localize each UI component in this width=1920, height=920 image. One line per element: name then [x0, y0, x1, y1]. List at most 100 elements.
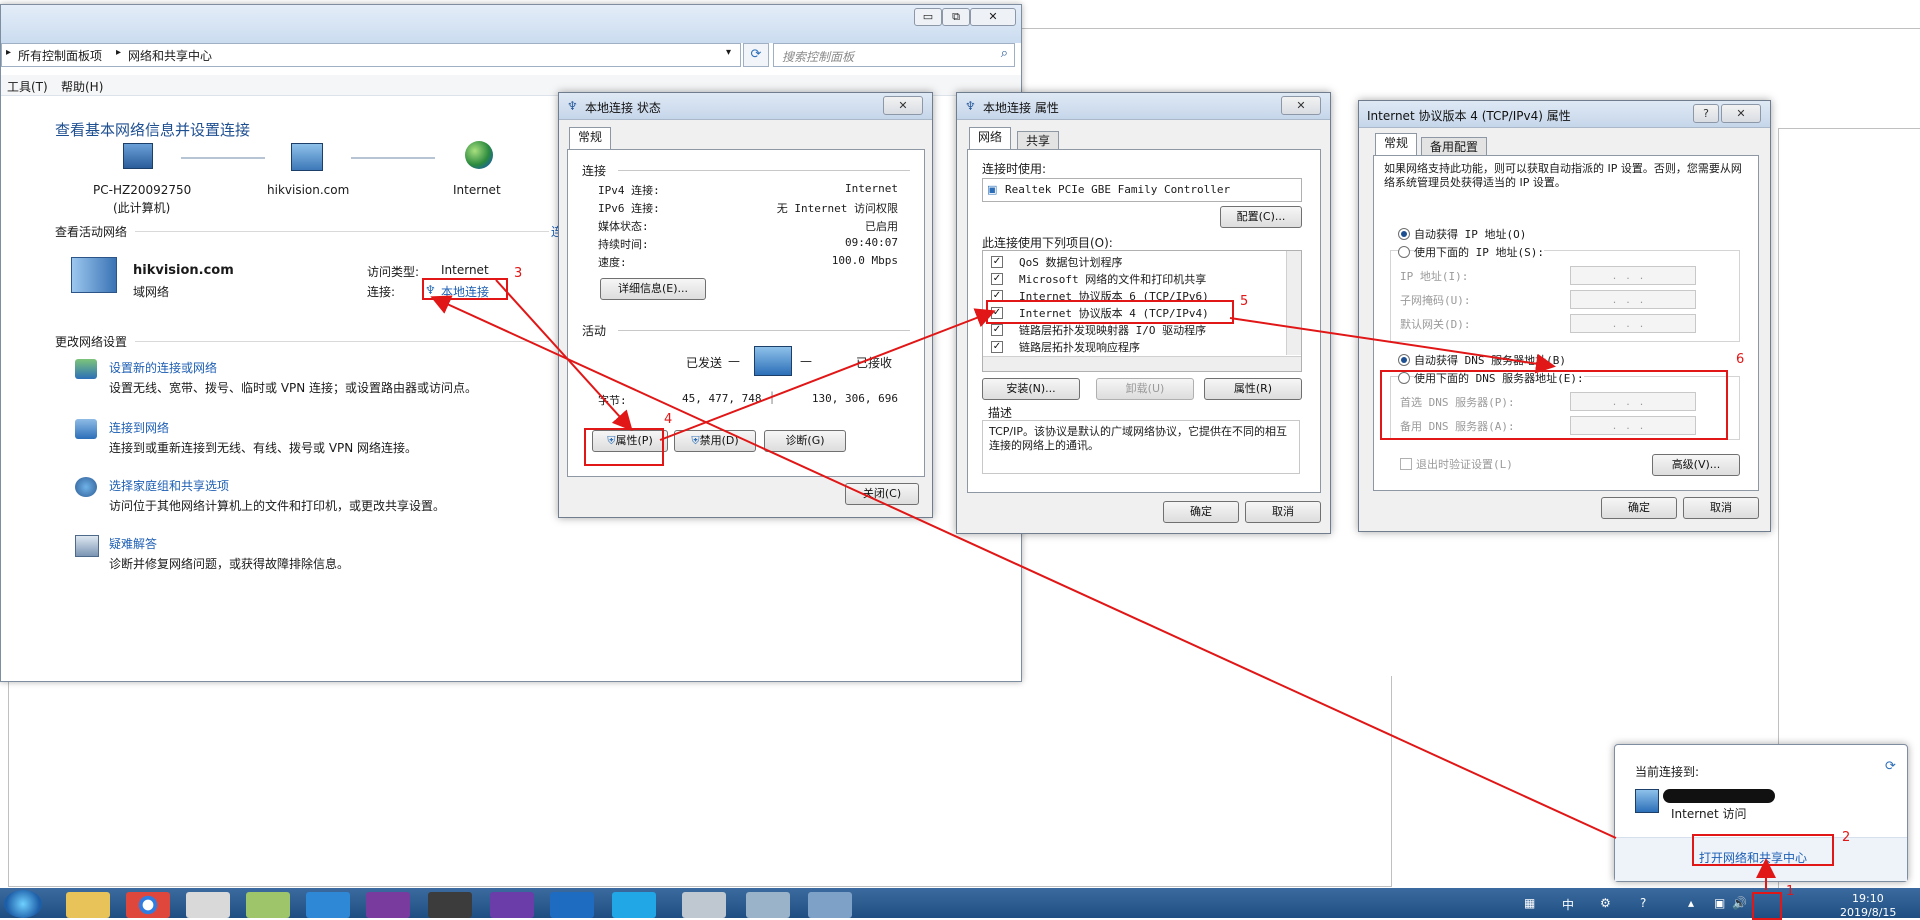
- disable-button[interactable]: ⛨禁用(D): [674, 430, 756, 452]
- taskbar-chrome-icon[interactable]: [126, 892, 170, 918]
- task-new-connection[interactable]: 设置新的连接或网络: [109, 359, 217, 376]
- status-row-value: 100.0 Mbps: [831, 254, 898, 267]
- description-label: 描述: [988, 406, 1013, 420]
- active-networks-divider: [135, 231, 549, 232]
- status-row-label: 持续时间:: [598, 238, 649, 251]
- list-item[interactable]: 链路层拓扑发现响应程序: [1019, 339, 1140, 355]
- configure-button[interactable]: 配置(C)...: [1220, 206, 1302, 228]
- ip-address-field[interactable]: ...: [1570, 266, 1696, 285]
- install-button[interactable]: 安装(N)...: [982, 378, 1080, 400]
- manual-ip-radio[interactable]: [1398, 246, 1410, 258]
- list-item[interactable]: 链路层拓扑发现映射器 I/O 驱动程序: [1019, 322, 1206, 338]
- status-close-button[interactable]: ✕: [883, 96, 923, 115]
- clock-date[interactable]: 2019/8/15: [1840, 906, 1896, 919]
- homegroup-icon: [75, 477, 97, 497]
- taskbar-visual-studio-icon[interactable]: [490, 892, 534, 918]
- taskbar-app-icon[interactable]: [746, 892, 790, 918]
- start-button[interactable]: [4, 890, 42, 918]
- network-activity-icon: [754, 346, 792, 376]
- uninstall-button[interactable]: 卸载(U): [1096, 378, 1194, 400]
- taskbar-calculator-icon[interactable]: [682, 892, 726, 918]
- taskbar-skype-icon[interactable]: [612, 892, 656, 918]
- maximize-button[interactable]: ⧉: [942, 8, 970, 26]
- tab-sharing[interactable]: 共享: [1017, 131, 1060, 150]
- highlight-properties-button: [584, 428, 664, 466]
- validate-checkbox[interactable]: [1400, 458, 1412, 470]
- item-checkbox[interactable]: ✓: [991, 341, 1003, 353]
- status-row-value: 已启用: [865, 220, 898, 233]
- status-close-dialog-button[interactable]: 关闭(C): [845, 483, 919, 505]
- chevron-down-icon[interactable]: ▾: [726, 47, 731, 58]
- list-item[interactable]: Microsoft 网络的文件和打印机共享: [1019, 271, 1206, 287]
- ipv4-cancel-button[interactable]: 取消: [1683, 497, 1759, 519]
- taskbar-ie-icon[interactable]: [306, 892, 350, 918]
- refresh-button[interactable]: ⟳: [743, 43, 769, 67]
- search-icon[interactable]: ⌕: [1001, 46, 1008, 61]
- highlight-local-connection: [422, 278, 508, 300]
- ipv4-title: Internet 协议版本 4 (TCP/IPv4) 属性: [1367, 109, 1571, 123]
- taskbar-app-icon[interactable]: [428, 892, 472, 918]
- settings-icon[interactable]: ⚙: [1600, 896, 1611, 910]
- taskbar-onenote-icon[interactable]: [366, 892, 410, 918]
- breadcrumb-network-center[interactable]: 网络和共享中心: [128, 47, 212, 64]
- ime-indicator[interactable]: 中: [1562, 896, 1574, 913]
- refresh-icon[interactable]: ⟳: [1885, 759, 1896, 774]
- taskbar-notepad-icon[interactable]: [246, 892, 290, 918]
- ipv4-close-button[interactable]: ✕: [1721, 104, 1761, 123]
- task-homegroup[interactable]: 选择家庭组和共享选项: [109, 477, 229, 494]
- task-connect-network[interactable]: 连接到网络: [109, 419, 169, 436]
- chevron-up-icon[interactable]: ▴: [1688, 896, 1694, 910]
- item-properties-button[interactable]: 属性(R): [1204, 378, 1302, 400]
- highlight-tray-network: [1752, 892, 1782, 920]
- network-tray-icon[interactable]: ▣: [1714, 896, 1725, 910]
- troubleshoot-icon: [75, 535, 99, 557]
- ipv4-panel: 如果网络支持此功能，则可以获取自动指派的 IP 设置。否则，您需要从网络系统管理…: [1373, 155, 1759, 491]
- vertical-scrollbar[interactable]: [1286, 251, 1301, 355]
- menu-help[interactable]: 帮助(H): [61, 78, 103, 95]
- task-new-connection-desc: 设置无线、宽带、拨号、临时或 VPN 连接；或设置路由器或访问点。: [109, 381, 478, 395]
- horizontal-scrollbar[interactable]: [983, 356, 1301, 371]
- item-checkbox[interactable]: ✓: [991, 324, 1003, 336]
- task-troubleshoot-desc: 诊断并修复网络问题，或获得故障排除信息。: [109, 557, 350, 571]
- list-item[interactable]: QoS 数据包计划程序: [1019, 254, 1123, 270]
- breadcrumb-control-panel[interactable]: 所有控制面板项: [18, 47, 102, 64]
- gateway-field[interactable]: ...: [1570, 314, 1696, 333]
- minimize-button[interactable]: ▭: [914, 8, 942, 26]
- qr-icon[interactable]: ▦: [1524, 896, 1535, 910]
- taskbar-explorer-icon[interactable]: [66, 892, 110, 918]
- taskbar-app-icon[interactable]: [186, 892, 230, 918]
- search-input[interactable]: 搜索控制面板 ⌕: [773, 43, 1015, 67]
- task-troubleshoot[interactable]: 疑难解答: [109, 535, 157, 552]
- volume-icon[interactable]: 🔊: [1732, 896, 1747, 910]
- taskbar-outlook-icon[interactable]: [550, 892, 594, 918]
- tab-alternate-config[interactable]: 备用配置: [1421, 137, 1488, 156]
- connected-to-label: 当前连接到:: [1635, 765, 1700, 779]
- address-bar[interactable]: ▸ 所有控制面板项 ▸ 网络和共享中心 ▾: [1, 43, 741, 67]
- auto-dns-label: 自动获得 DNS 服务器地址(B): [1414, 354, 1566, 367]
- status-tabbar: [567, 129, 923, 150]
- tab-ipv4-general[interactable]: 常规: [1375, 133, 1418, 155]
- new-connection-icon: [75, 359, 97, 379]
- window-close-button[interactable]: ✕: [970, 8, 1016, 26]
- diagnose-button[interactable]: 诊断(G): [764, 430, 846, 452]
- props-close-button[interactable]: ✕: [1281, 96, 1321, 115]
- tab-general[interactable]: 常规: [569, 127, 612, 149]
- menu-tools[interactable]: 工具(T): [7, 78, 48, 95]
- subnet-mask-field[interactable]: ...: [1570, 290, 1696, 309]
- item-checkbox[interactable]: ✓: [991, 256, 1003, 268]
- auto-dns-radio[interactable]: [1398, 354, 1410, 366]
- tab-network[interactable]: 网络: [969, 127, 1012, 149]
- help-icon[interactable]: ?: [1640, 896, 1646, 910]
- props-cancel-button[interactable]: 取消: [1245, 501, 1321, 523]
- item-checkbox[interactable]: ✓: [991, 273, 1003, 285]
- chevron-right-icon: ▸: [6, 47, 12, 58]
- details-button[interactable]: 详细信息(E)...: [600, 278, 706, 300]
- auto-ip-radio[interactable]: [1398, 228, 1410, 240]
- sent-label: 已发送: [686, 356, 723, 370]
- help-button[interactable]: ?: [1693, 104, 1719, 123]
- clock-time[interactable]: 19:10: [1852, 892, 1884, 905]
- ipv4-ok-button[interactable]: 确定: [1601, 497, 1677, 519]
- advanced-button[interactable]: 高级(V)...: [1652, 454, 1740, 476]
- taskbar-network-center-icon[interactable]: [808, 892, 852, 918]
- props-ok-button[interactable]: 确定: [1163, 501, 1239, 523]
